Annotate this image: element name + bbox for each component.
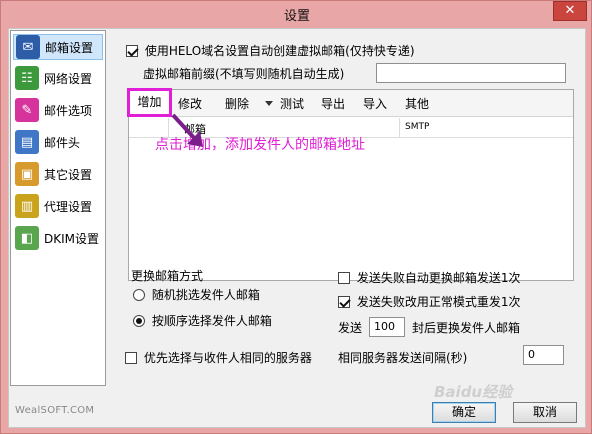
sidebar-item-mail-header[interactable]: ▤ 邮件头 [13, 129, 103, 155]
sidebar-item-proxy[interactable]: ▥ 代理设置 [13, 193, 103, 219]
sidebar-item-other-settings[interactable]: ▣ 其它设置 [13, 161, 103, 187]
send-prefix: 发送 [338, 321, 363, 335]
column-divider [399, 118, 400, 138]
mail-options-icon: ✎ [15, 98, 39, 122]
random-sender-label: 随机挑选发件人邮箱 [151, 288, 260, 302]
annotation-arrow-icon [171, 113, 203, 147]
prefer-server-checkbox[interactable] [125, 352, 137, 364]
interval-input[interactable]: 0 [523, 345, 564, 365]
settings-sidebar: ✉ 邮箱设置 ☷ 网络设置 ✎ 邮件选项 ▤ 邮件头 ▣ 其它设置 ▥ 代理设置 [10, 30, 106, 386]
settings-window: 设置 ✕ ✉ 邮箱设置 ☷ 网络设置 ✎ 邮件选项 ▤ 邮件头 ▣ 其它设置 ▥… [0, 0, 592, 434]
sequential-sender-label: 按顺序选择发件人邮箱 [151, 314, 272, 328]
dialog-client: ✉ 邮箱设置 ☷ 网络设置 ✎ 邮件选项 ▤ 邮件头 ▣ 其它设置 ▥ 代理设置 [8, 28, 586, 428]
package-icon: ▣ [15, 162, 39, 186]
export-button[interactable]: 导出 [321, 95, 345, 112]
prefer-server-option[interactable]: 优先选择与收件人相同的服务器 [125, 349, 312, 366]
network-icon: ☷ [15, 66, 39, 90]
sidebar-item-label: 代理设置 [44, 199, 93, 214]
auto-switch-label: 发送失败自动更换邮箱发送1次 [356, 271, 521, 285]
random-sender-option[interactable]: 随机挑选发件人邮箱 [133, 286, 260, 303]
edit-button[interactable]: 修改 [178, 95, 202, 112]
sidebar-item-network[interactable]: ☷ 网络设置 [13, 65, 103, 91]
cancel-button[interactable]: 取消 [513, 402, 577, 423]
resend-label: 发送失败改用正常模式重发1次 [356, 295, 521, 309]
sidebar-item-label: 邮箱设置 [45, 40, 94, 55]
test-button[interactable]: 测试 [280, 95, 304, 112]
send-suffix: 封后更换发件人邮箱 [412, 321, 521, 335]
helo-checkbox[interactable] [126, 45, 138, 57]
sequential-sender-option[interactable]: 按顺序选择发件人邮箱 [133, 312, 272, 329]
title-bar: 设置 ✕ [1, 1, 592, 27]
prefix-label: 虚拟邮箱前缀(不填写则随机自动生成) [143, 67, 345, 81]
resend-checkbox[interactable] [338, 296, 350, 308]
interval-label: 相同服务器发送间隔(秒) [338, 351, 468, 365]
sidebar-item-mailbox[interactable]: ✉ 邮箱设置 [13, 34, 103, 60]
import-button[interactable]: 导入 [363, 95, 387, 112]
sidebar-item-label: 邮件头 [44, 135, 81, 150]
helo-option[interactable]: 使用HELO域名设置自动创建虚拟邮箱(仅持快专递) [126, 42, 415, 59]
prefer-server-label: 优先选择与收件人相同的服务器 [143, 351, 312, 365]
other-button[interactable]: 其他 [405, 95, 429, 112]
sidebar-item-label: 其它设置 [44, 167, 93, 182]
column-smtp[interactable]: SMTP [405, 122, 429, 132]
send-count-input[interactable]: 100 [369, 317, 405, 337]
auto-switch-option[interactable]: 发送失败自动更换邮箱发送1次 [338, 269, 520, 286]
close-button[interactable]: ✕ [553, 1, 587, 21]
prefix-input[interactable] [376, 63, 566, 83]
delete-button[interactable]: 删除 [225, 95, 249, 112]
add-button[interactable]: 增加 [127, 88, 172, 117]
sender-mode-title: 更换邮箱方式 [131, 269, 204, 283]
random-sender-radio[interactable] [133, 289, 145, 301]
brand-logo: WealSOFT.COM [15, 405, 95, 416]
proxy-icon: ▥ [15, 194, 39, 218]
document-icon: ▤ [15, 130, 39, 154]
window-title: 设置 [283, 9, 310, 24]
chevron-down-icon[interactable] [265, 101, 273, 106]
sidebar-item-dkim[interactable]: ◧ DKIM设置 [13, 225, 103, 251]
envelope-icon: ✉ [16, 35, 40, 59]
watermark: Baidu经验 [434, 383, 513, 401]
dkim-icon: ◧ [15, 226, 39, 250]
auto-switch-checkbox[interactable] [338, 272, 350, 284]
helo-checkbox-label: 使用HELO域名设置自动创建虚拟邮箱(仅持快专递) [144, 44, 415, 58]
ok-button[interactable]: 确定 [432, 402, 496, 423]
sidebar-item-label: 邮件选项 [44, 103, 93, 118]
resend-option[interactable]: 发送失败改用正常模式重发1次 [338, 293, 520, 310]
sequential-sender-radio[interactable] [133, 315, 145, 327]
sidebar-item-label: 网络设置 [44, 71, 93, 86]
sidebar-item-mail-options[interactable]: ✎ 邮件选项 [13, 97, 103, 123]
sidebar-item-label: DKIM设置 [44, 231, 100, 246]
